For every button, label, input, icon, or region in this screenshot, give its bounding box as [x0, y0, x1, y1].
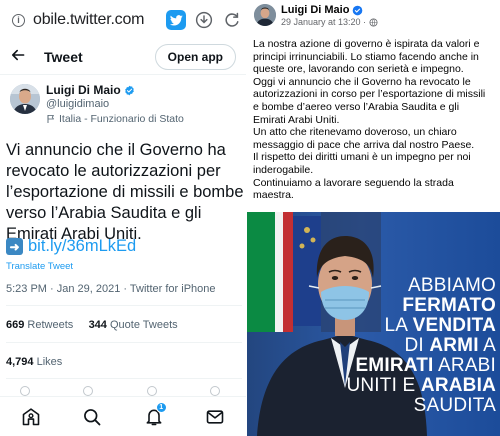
post-date-text[interactable]: 29 January at 13:20 ·	[281, 17, 366, 27]
quote-tweets-stat[interactable]: 344 Quote Tweets	[89, 319, 178, 331]
slogan-line: LA VENDITA	[384, 315, 496, 336]
divider	[6, 342, 242, 343]
author-handle[interactable]: @luigidimaio	[46, 98, 109, 110]
post-paragraph: Un atto che ritenevamo doveroso, un chia…	[253, 126, 475, 151]
refresh-icon[interactable]	[222, 10, 242, 30]
tweet-stats-row: 669 Retweets 344 Quote Tweets	[6, 319, 178, 331]
open-app-button[interactable]: Open app	[154, 44, 236, 70]
post-author-name[interactable]: Luigi Di Maio	[281, 4, 363, 16]
right-arrow-emoji-icon: ➜	[6, 238, 23, 255]
tweet-action-bar	[20, 386, 220, 396]
post-date[interactable]: 29 January at 13:20 ·	[281, 17, 378, 27]
tweet-timestamp[interactable]: 5:23 PM · Jan 29, 2021 · Twitter for iPh…	[6, 283, 216, 295]
avatar[interactable]	[10, 84, 40, 114]
post-image[interactable]: ABBIAMO FERMATO LA VENDITA DI ARMI A EMI…	[247, 212, 500, 436]
tweet-author: Luigi Di Maio @luigidimaio Italia - Funz…	[10, 82, 246, 132]
author-name[interactable]: Luigi Di Maio	[46, 83, 135, 97]
browser-url-bar[interactable]: i obile.twitter.com	[0, 0, 246, 40]
retweets-stat[interactable]: 669 Retweets	[6, 319, 73, 331]
divider	[6, 378, 242, 379]
post-paragraph: Oggi vi annuncio che il Governo ha revoc…	[253, 75, 486, 126]
tweet-link-text[interactable]: bit.ly/36mLkEd	[28, 237, 136, 256]
bottom-navigation: 1	[0, 396, 246, 436]
slogan-line: UNITI E ARABIA	[346, 375, 496, 396]
notifications-icon[interactable]: 1	[142, 401, 167, 429]
post-paragraph: Continuiamo a lavorare seguendo la strad…	[253, 176, 454, 202]
slogan-line: ABBIAMO	[408, 275, 496, 296]
tweet-text: Vi annuncio che il Governo ha revocato l…	[6, 141, 244, 243]
slogan-line: EMIRATI ARABI	[355, 355, 496, 376]
back-arrow-icon[interactable]	[10, 47, 38, 68]
info-icon[interactable]: i	[12, 13, 25, 27]
flag-icon	[47, 115, 54, 123]
share-icon[interactable]	[209, 386, 220, 396]
like-icon[interactable]	[146, 386, 157, 396]
post-paragraph: La nostra azione di governo è ispirata d…	[253, 38, 480, 76]
tweet-header: Tweet Open app	[0, 40, 246, 74]
verified-badge-icon	[353, 5, 363, 15]
author-name-text[interactable]: Luigi Di Maio	[46, 83, 121, 97]
slogan-line: SAUDITA	[413, 395, 496, 416]
messages-icon[interactable]	[203, 405, 227, 429]
verified-badge-icon	[124, 85, 134, 95]
search-icon[interactable]	[80, 405, 104, 429]
retweet-icon[interactable]	[83, 386, 94, 396]
home-icon[interactable]	[19, 405, 43, 429]
divider	[0, 74, 246, 75]
url-text[interactable]: obile.twitter.com	[33, 11, 145, 29]
post-paragraph: Il rispetto dei diritti umani è un impeg…	[253, 151, 471, 176]
avatar[interactable]	[254, 4, 276, 26]
translate-tweet-link[interactable]: Translate Tweet	[6, 261, 73, 272]
page-title: Tweet	[44, 49, 83, 65]
twitter-icon[interactable]	[166, 10, 186, 30]
author-label-text: Italia - Funzionario di Stato	[59, 113, 184, 125]
browser-toolbar-icons	[166, 10, 242, 30]
globe-icon	[369, 17, 378, 27]
download-icon[interactable]	[194, 10, 214, 30]
post-text: La nostra azione di governo è ispirata d…	[253, 38, 493, 202]
notifications-badge: 1	[155, 401, 167, 413]
slogan-line: FERMATO	[402, 295, 496, 316]
author-label: Italia - Funzionario di Stato	[46, 113, 184, 125]
likes-stat[interactable]: 4,794 Likes	[6, 356, 62, 368]
slogan-line: DI ARMI A	[404, 335, 496, 356]
image-slogan: ABBIAMO FERMATO LA VENDITA DI ARMI A EMI…	[346, 276, 496, 416]
twitter-panel: i obile.twitter.com Tweet Open app Luigi…	[0, 0, 246, 436]
tweet-link[interactable]: ➜ bit.ly/36mLkEd	[6, 237, 136, 256]
facebook-post-panel: Luigi Di Maio 29 January at 13:20 · La n…	[247, 0, 500, 436]
post-author-name-text[interactable]: Luigi Di Maio	[281, 4, 349, 16]
divider	[6, 305, 242, 306]
reply-icon[interactable]	[20, 386, 30, 396]
